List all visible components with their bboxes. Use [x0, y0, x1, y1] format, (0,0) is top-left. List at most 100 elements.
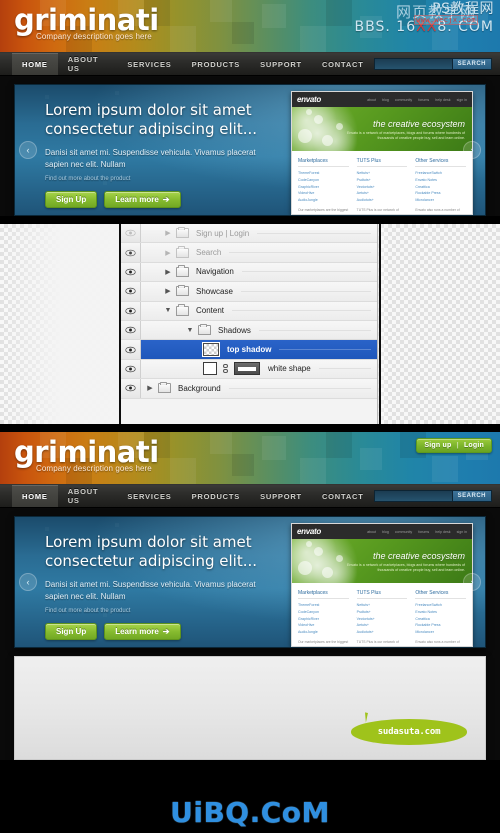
layer-visibility-toggle[interactable] — [121, 243, 141, 262]
envato-nav-item-1[interactable]: blog — [382, 98, 389, 102]
search-input[interactable] — [373, 58, 452, 70]
list-item[interactable]: VideoHive — [298, 622, 349, 629]
envato-nav-item-4[interactable]: help desk — [435, 98, 450, 102]
list-item[interactable]: AudioJungle — [298, 629, 349, 636]
layer-row-selected[interactable]: top shadow — [121, 340, 377, 360]
list-item[interactable]: Audiotuts+ — [357, 197, 408, 204]
link-mask-icon[interactable] — [222, 364, 229, 374]
nav-item-contact[interactable]: CONTACT — [312, 53, 374, 75]
list-item[interactable]: FreelanceSwitch — [415, 602, 466, 609]
list-item[interactable]: ThemeForest — [298, 170, 349, 177]
list-item[interactable]: Creattica — [415, 616, 466, 623]
search-input[interactable] — [373, 490, 452, 502]
layer-content[interactable]: ▼ Shadows — [141, 321, 377, 339]
layer-mask-thumbnail[interactable] — [234, 362, 260, 376]
chevron-down-icon[interactable]: ▼ — [163, 307, 173, 314]
envato-nav-item-5[interactable]: sign in — [457, 530, 467, 534]
list-item[interactable]: Microlancer — [415, 197, 466, 204]
layer-visibility-toggle[interactable] — [121, 359, 141, 379]
signup-login-button[interactable]: Sign up | Login — [416, 438, 492, 453]
envato-nav-item-2[interactable]: community — [395, 98, 412, 102]
nav-item-products[interactable]: PRODUCTS — [182, 53, 251, 75]
layer-content[interactable]: ▼ Content — [141, 302, 377, 320]
hero-signup-button[interactable]: Sign Up — [45, 623, 98, 641]
layer-row[interactable]: ▶ Background — [121, 379, 377, 399]
hero-more-link[interactable]: Find out more about the product — [45, 608, 260, 614]
chevron-right-icon[interactable]: ▶ — [163, 249, 173, 257]
chevron-right-icon[interactable]: ▶ — [163, 268, 173, 276]
layer-visibility-toggle[interactable] — [121, 340, 141, 359]
layer-row[interactable]: ▶ Search — [121, 243, 377, 263]
hero-next-button[interactable]: › — [463, 141, 481, 159]
list-item[interactable]: Nettuts+ — [357, 170, 408, 177]
list-item[interactable]: Psdtuts+ — [357, 177, 408, 184]
layer-row[interactable]: ▶ Navigation — [121, 262, 377, 283]
list-item[interactable]: Envato Notes — [415, 177, 466, 184]
layer-visibility-toggle[interactable] — [121, 320, 141, 340]
envato-nav-item-3[interactable]: forums — [418, 530, 429, 534]
list-item[interactable]: Aetuts+ — [357, 622, 408, 629]
layer-content[interactable]: top shadow — [141, 340, 377, 358]
chevron-right-icon[interactable]: ▶ — [145, 384, 155, 392]
list-item[interactable]: VideoHive — [298, 190, 349, 197]
hero-learnmore-button[interactable]: Learn more ➔ — [104, 191, 181, 209]
hero-more-link[interactable]: Find out more about the product — [45, 176, 260, 182]
hero-prev-button[interactable]: ‹ — [19, 141, 37, 159]
list-item[interactable]: Nettuts+ — [357, 602, 408, 609]
layer-content[interactable]: ▶ Background — [141, 379, 377, 397]
layer-row[interactable]: ▶ Sign up | Login — [121, 224, 377, 244]
nav-item-services[interactable]: SERVICES — [117, 485, 181, 507]
list-item[interactable]: AudioJungle — [298, 197, 349, 204]
chevron-right-icon[interactable]: ▶ — [163, 287, 173, 295]
envato-nav-item-3[interactable]: forums — [418, 98, 429, 102]
list-item[interactable]: Microlancer — [415, 629, 466, 636]
hero-prev-button[interactable]: ‹ — [19, 573, 37, 591]
list-item[interactable]: Rockable Press — [415, 622, 466, 629]
list-item[interactable]: Psdtuts+ — [357, 609, 408, 616]
layers-panel[interactable]: ▶ Sign up | Login ▶ Search ▶ Navigation … — [119, 224, 381, 424]
list-item[interactable]: GraphicRiver — [298, 184, 349, 191]
list-item[interactable]: CodeCanyon — [298, 177, 349, 184]
nav-item-support[interactable]: SUPPORT — [250, 53, 312, 75]
envato-nav-item-0[interactable]: about — [367, 98, 376, 102]
nav-item-about-us[interactable]: ABOUT US — [58, 53, 118, 75]
nav-item-contact[interactable]: CONTACT — [312, 485, 374, 507]
layer-row[interactable]: ▶ Showcase — [121, 282, 377, 302]
layer-row[interactable]: white shape — [121, 359, 377, 380]
layer-row[interactable]: ▼ Shadows — [121, 320, 377, 341]
list-item[interactable]: FreelanceSwitch — [415, 170, 466, 177]
layer-content[interactable]: ▶ Navigation — [141, 263, 377, 281]
layer-visibility-toggle[interactable] — [121, 282, 141, 301]
nav-item-home[interactable]: HOME — [12, 485, 58, 507]
layer-visibility-toggle[interactable] — [121, 301, 141, 320]
site-logo[interactable]: griminati Company description goes here — [14, 6, 159, 42]
list-item[interactable]: Envato Notes — [415, 609, 466, 616]
envato-nav-item-5[interactable]: sign in — [457, 98, 467, 102]
layer-visibility-toggle[interactable] — [121, 379, 141, 398]
search-button[interactable]: SEARCH — [451, 490, 492, 502]
chevron-right-icon[interactable]: ▶ — [163, 229, 173, 237]
list-item[interactable]: GraphicRiver — [298, 616, 349, 623]
nav-item-about-us[interactable]: ABOUT US — [58, 485, 118, 507]
layer-visibility-toggle[interactable] — [121, 262, 141, 282]
site-logo[interactable]: griminati Company description goes here — [14, 438, 159, 474]
nav-item-products[interactable]: PRODUCTS — [182, 485, 251, 507]
list-item[interactable]: ThemeForest — [298, 602, 349, 609]
envato-nav-item-0[interactable]: about — [367, 530, 376, 534]
list-item[interactable]: Rockable Press — [415, 190, 466, 197]
list-item[interactable]: Audiotuts+ — [357, 629, 408, 636]
envato-nav-item-1[interactable]: blog — [382, 530, 389, 534]
layer-thumbnail-transparent[interactable] — [202, 342, 220, 358]
chevron-down-icon[interactable]: ▼ — [185, 327, 195, 334]
hero-learnmore-button[interactable]: Learn more ➔ — [104, 623, 181, 641]
envato-nav-item-4[interactable]: help desk — [435, 530, 450, 534]
layer-content[interactable]: ▶ Sign up | Login — [141, 224, 377, 242]
list-item[interactable]: Vectortuts+ — [357, 184, 408, 191]
list-item[interactable]: Vectortuts+ — [357, 616, 408, 623]
hero-next-button[interactable]: › — [463, 573, 481, 591]
layer-content[interactable]: ▶ Showcase — [141, 282, 377, 300]
nav-item-support[interactable]: SUPPORT — [250, 485, 312, 507]
nav-item-services[interactable]: SERVICES — [117, 53, 181, 75]
layer-thumbnail-white[interactable] — [203, 362, 217, 376]
layer-content[interactable]: ▶ Search — [141, 243, 377, 261]
